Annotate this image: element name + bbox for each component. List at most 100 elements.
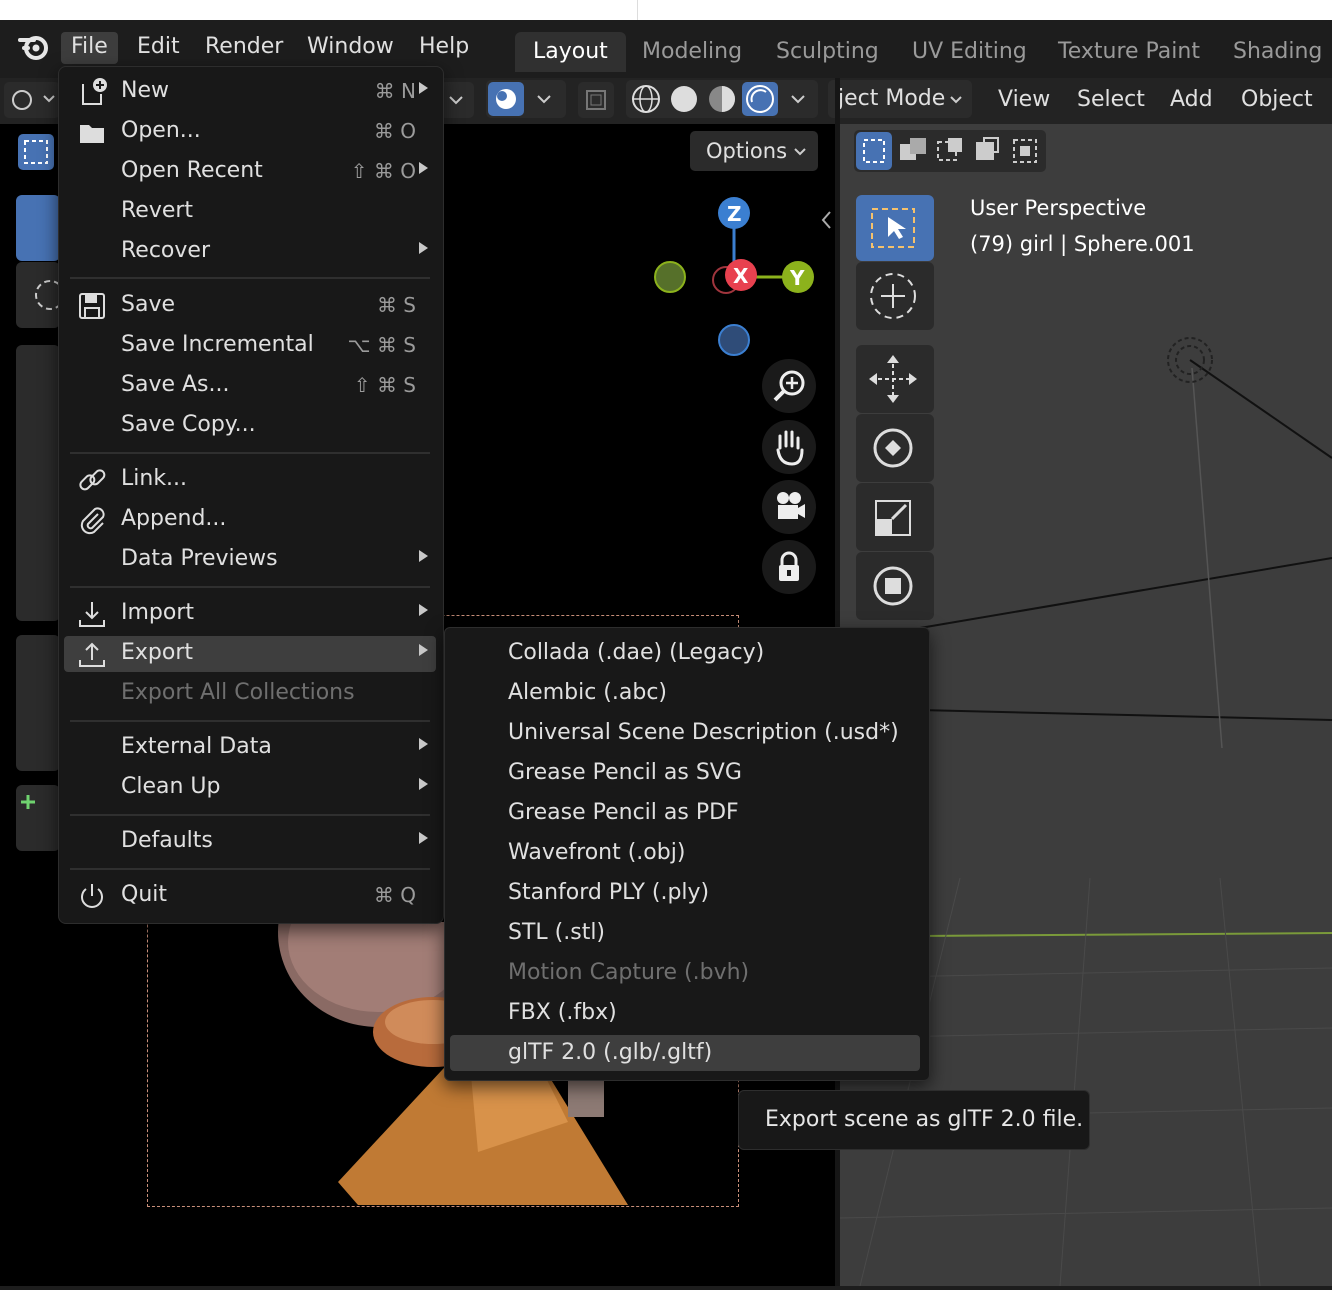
shading-mode-group [626, 80, 818, 118]
menu-edit[interactable]: Edit [127, 32, 190, 64]
folder-icon [76, 116, 108, 148]
tab-modeling[interactable]: Modeling [624, 32, 760, 72]
menu-separator [70, 452, 430, 454]
tab-sculpting[interactable]: Sculpting [758, 32, 897, 72]
import-icon [76, 598, 108, 630]
mode-label: ject Mode [838, 86, 946, 111]
menu-render[interactable]: Render [195, 32, 293, 64]
add-cube-button[interactable] [16, 785, 60, 851]
export-alembic[interactable]: Alembic (.abc) [450, 675, 920, 711]
zoom-icon[interactable] [762, 359, 816, 413]
file-menu-link[interactable]: Link... [64, 462, 436, 498]
tab-shading[interactable]: Shading [1215, 32, 1332, 72]
transform-tools-group[interactable] [16, 345, 60, 621]
move-tool-icon[interactable] [856, 345, 934, 413]
lock-icon[interactable] [762, 540, 816, 594]
file-menu-revert[interactable]: Revert [64, 194, 436, 230]
menu-window[interactable]: Window [297, 32, 404, 64]
export-usd[interactable]: Universal Scene Description (.usd*) [450, 715, 920, 751]
menu-object[interactable]: Object [1241, 84, 1313, 116]
cursor-tool-button[interactable] [16, 262, 65, 328]
tooltip-text: Export scene as glTF 2.0 file. [765, 1107, 1084, 1132]
file-menu-save-incremental[interactable]: Save Incremental ⌥ ⌘ S [64, 328, 436, 364]
export-stl[interactable]: STL (.stl) [450, 915, 920, 951]
file-menu-quit[interactable]: Quit ⌘ Q [64, 878, 436, 914]
file-menu-export-all-collections: Export All Collections [121, 680, 355, 705]
submenu-arrow-icon [419, 162, 428, 174]
cursor-tool-icon[interactable] [856, 262, 934, 330]
view-name-label: User Perspective [970, 196, 1147, 220]
file-menu-open[interactable]: Open... ⌘ O [64, 114, 436, 150]
menu-add[interactable]: Add [1170, 84, 1213, 116]
submenu-arrow-icon [419, 604, 428, 616]
tab-uv-editing[interactable]: UV Editing [894, 32, 1045, 72]
file-menu-save-as[interactable]: Save As... ⇧ ⌘ S [64, 368, 436, 404]
export-gltf[interactable]: glTF 2.0 (.glb/.gltf) [450, 1035, 920, 1071]
file-menu-clean-up[interactable]: Clean Up [64, 770, 436, 806]
xray-toggle-icon[interactable] [578, 82, 614, 118]
file-menu-open-recent[interactable]: Open Recent ⇧ ⌘ O [64, 154, 436, 190]
file-menu-save[interactable]: Save ⌘ S [64, 288, 436, 324]
camera-view-icon[interactable] [762, 480, 816, 534]
menu-file[interactable]: File [61, 32, 118, 64]
editor-type-button[interactable] [4, 82, 60, 118]
rotate-tool-icon[interactable] [856, 414, 934, 482]
file-menu-defaults[interactable]: Defaults [64, 824, 436, 860]
submenu-arrow-icon [419, 550, 428, 562]
file-menu-data-previews[interactable]: Data Previews [64, 542, 436, 578]
export-stanford-ply[interactable]: Stanford PLY (.ply) [450, 875, 920, 911]
export-grease-pencil-svg[interactable]: Grease Pencil as SVG [450, 755, 920, 791]
export-gltf-tooltip: Export scene as glTF 2.0 file. [738, 1090, 1090, 1150]
export-icon [76, 638, 108, 670]
export-grease-pencil-pdf[interactable]: Grease Pencil as PDF [450, 795, 920, 831]
overlay-toggle[interactable] [486, 80, 566, 118]
file-menu-external-data[interactable]: External Data [64, 730, 436, 766]
mode-dropdown[interactable]: ject Mode [828, 80, 972, 118]
options-dropdown[interactable]: Options [690, 131, 818, 171]
menu-separator [70, 277, 430, 279]
select-tool-button[interactable] [16, 195, 60, 261]
export-collada[interactable]: Collada (.dae) (Legacy) [450, 635, 920, 671]
file-menu-import[interactable]: Import [64, 596, 436, 632]
file-menu-new[interactable]: New ⌘ N [64, 74, 436, 110]
file-menu-recover[interactable]: Recover [64, 234, 436, 270]
save-icon [76, 290, 108, 322]
export-fbx[interactable]: FBX (.fbx) [450, 995, 920, 1031]
dropdown-chevron-icon[interactable] [440, 82, 474, 118]
gizmo-y-label: Y [790, 266, 805, 290]
selection-mode-group[interactable] [854, 130, 1046, 172]
title-strip [0, 0, 1332, 20]
menu-view[interactable]: View [998, 84, 1050, 116]
object-info-label: (79) girl | Sphere.001 [970, 232, 1195, 256]
select-box-icon[interactable] [18, 134, 54, 170]
tab-layout[interactable]: Layout [515, 32, 626, 72]
transform-tool-icon[interactable] [856, 552, 934, 620]
select-box-tool-icon[interactable] [856, 195, 934, 261]
menu-separator [70, 720, 430, 722]
options-label: Options [706, 139, 788, 163]
submenu-arrow-icon [419, 644, 428, 656]
submenu-arrow-icon [419, 778, 428, 790]
annotate-tools-group[interactable] [16, 635, 60, 771]
gizmo-z-label: Z [727, 202, 742, 226]
tab-texture-paint[interactable]: Texture Paint [1040, 32, 1218, 72]
power-icon [76, 880, 108, 912]
submenu-arrow-icon [419, 738, 428, 750]
collapse-arrow-icon[interactable] [818, 205, 834, 235]
submenu-arrow-icon [419, 832, 428, 844]
link-icon [76, 464, 108, 496]
file-menu-append[interactable]: Append... [64, 502, 436, 538]
file-menu-save-copy[interactable]: Save Copy... [64, 408, 436, 444]
export-wavefront-obj[interactable]: Wavefront (.obj) [450, 835, 920, 871]
pan-hand-icon[interactable] [762, 420, 816, 474]
menu-separator [70, 868, 430, 870]
menu-separator [70, 586, 430, 588]
submenu-arrow-icon [419, 82, 428, 94]
paperclip-icon [76, 504, 108, 536]
new-file-icon [76, 76, 108, 108]
blender-logo-icon[interactable] [18, 30, 52, 64]
menu-help[interactable]: Help [409, 32, 479, 64]
scale-tool-icon[interactable] [856, 483, 934, 551]
menu-select[interactable]: Select [1077, 84, 1145, 116]
file-menu-export[interactable]: Export [64, 636, 436, 672]
